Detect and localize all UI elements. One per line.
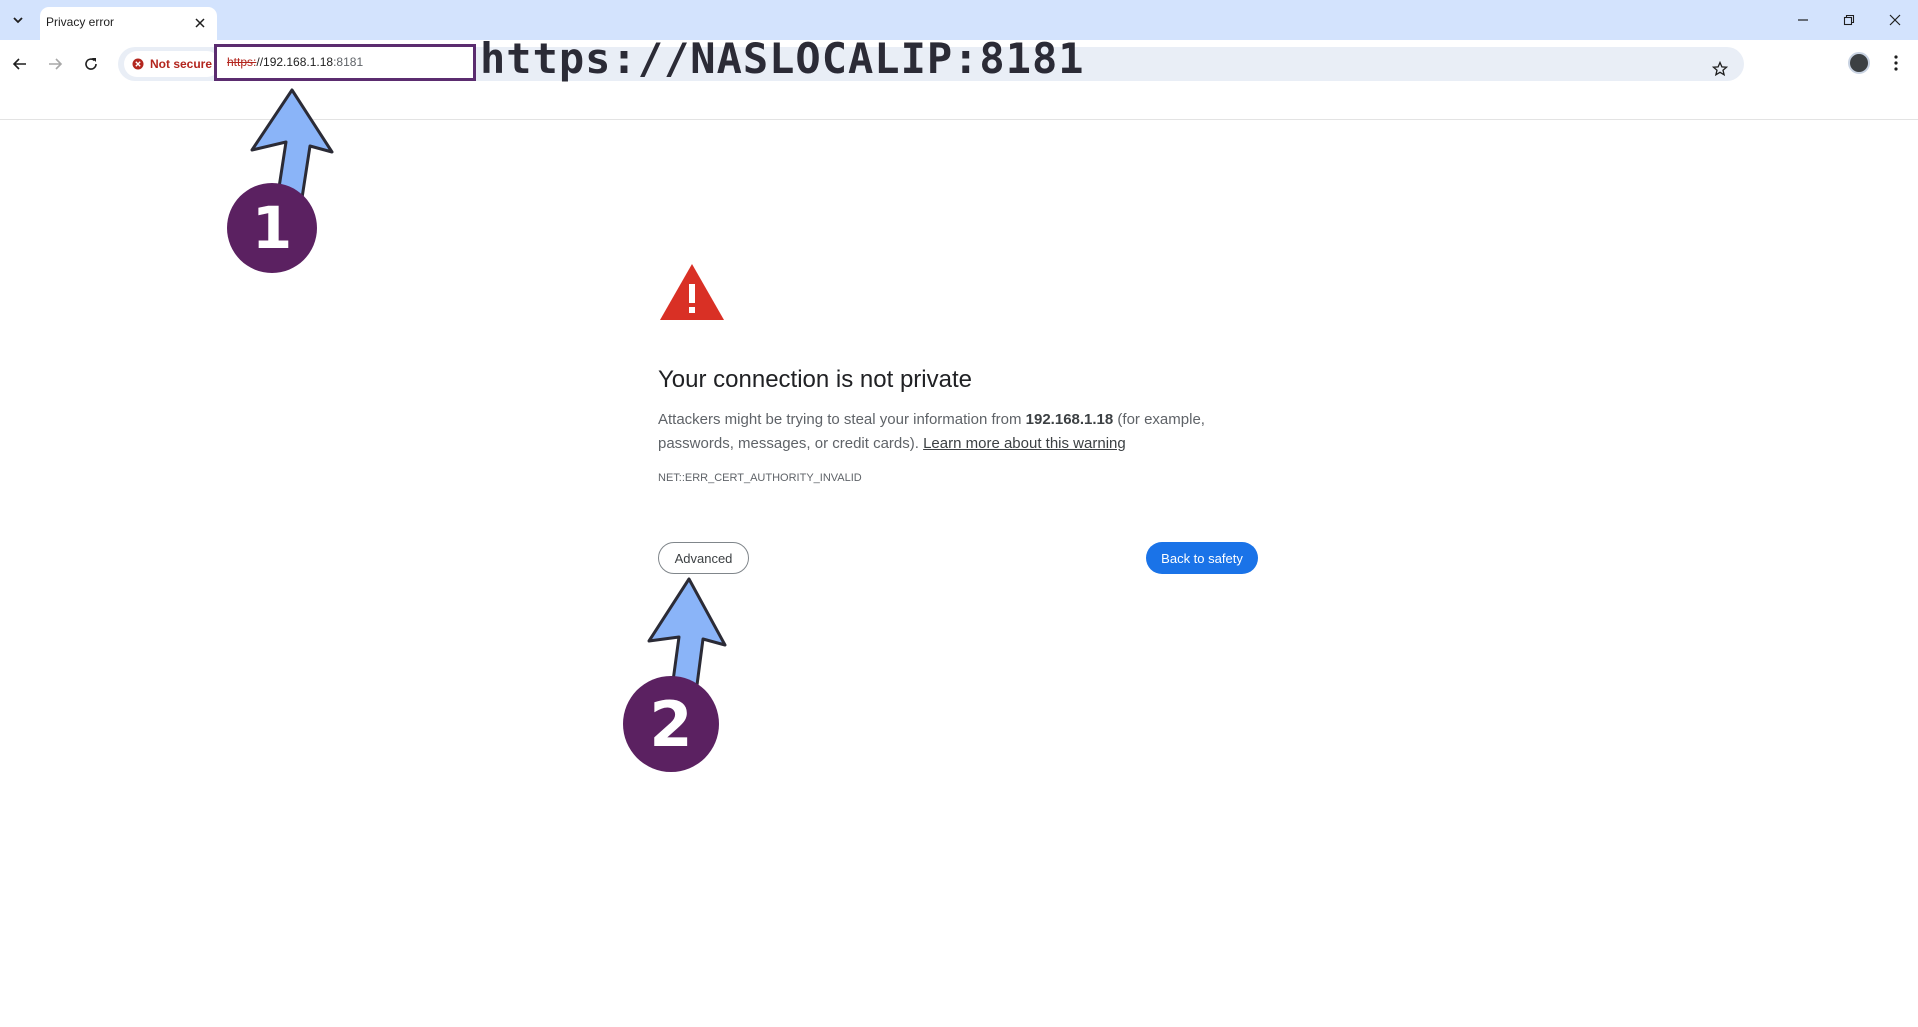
restore-icon bbox=[1843, 14, 1855, 26]
url-port: :8181 bbox=[333, 55, 364, 69]
minimize-button[interactable] bbox=[1786, 6, 1820, 34]
tab-search-button[interactable] bbox=[6, 8, 30, 32]
reload-icon bbox=[85, 58, 97, 70]
step-badge-2: 2 bbox=[623, 676, 719, 772]
not-secure-label: Not secure bbox=[150, 57, 213, 71]
arrow-left-icon bbox=[12, 58, 26, 70]
error-icon bbox=[132, 58, 144, 70]
reload-button[interactable] bbox=[77, 50, 105, 78]
error-code: NET::ERR_CERT_AUTHORITY_INVALID bbox=[658, 472, 862, 484]
more-vert-icon bbox=[1894, 55, 1898, 71]
tab-title: Privacy error bbox=[46, 15, 115, 29]
url-scheme: https: bbox=[227, 55, 257, 69]
arrow-right-icon bbox=[49, 58, 63, 70]
body-host: 192.168.1.18 bbox=[1025, 411, 1114, 428]
minimize-icon bbox=[1798, 19, 1808, 21]
profile-avatar[interactable] bbox=[1848, 52, 1870, 74]
warning-icon bbox=[660, 264, 724, 320]
advanced-button[interactable]: Advanced bbox=[658, 542, 749, 574]
back-nav-button[interactable] bbox=[6, 50, 34, 78]
close-icon bbox=[1889, 14, 1901, 26]
url-text: https://192.168.1.18:8181 bbox=[227, 55, 363, 69]
browser-menu-button[interactable] bbox=[1884, 50, 1908, 76]
bookmark-button[interactable] bbox=[1708, 57, 1732, 81]
body-prefix: Attackers might be trying to steal your … bbox=[658, 411, 1026, 428]
page-title: Your connection is not private bbox=[658, 366, 972, 393]
learn-more-link[interactable]: Learn more about this warning bbox=[923, 435, 1126, 452]
url-host: //192.168.1.18 bbox=[256, 55, 334, 69]
url-highlight-box[interactable]: https://192.168.1.18:8181 bbox=[214, 44, 476, 81]
restore-button[interactable] bbox=[1832, 6, 1866, 34]
security-chip[interactable]: Not secure bbox=[124, 51, 221, 77]
url-caption-overlay: https://NASLOCALIP:8181 bbox=[480, 34, 1085, 83]
close-window-button[interactable] bbox=[1878, 6, 1912, 34]
back-to-safety-button[interactable]: Back to safety bbox=[1146, 542, 1258, 574]
star-icon bbox=[1712, 61, 1728, 77]
close-icon bbox=[195, 18, 205, 28]
warning-description: Attackers might be trying to steal your … bbox=[658, 408, 1248, 456]
chevron-down-icon bbox=[13, 17, 23, 24]
step-badge-1: 1 bbox=[227, 183, 317, 273]
tab-close-button[interactable] bbox=[193, 16, 207, 30]
arrow-up-annotation-2 bbox=[647, 577, 727, 687]
forward-nav-button[interactable] bbox=[41, 50, 69, 78]
active-tab[interactable]: Privacy error bbox=[40, 7, 217, 40]
